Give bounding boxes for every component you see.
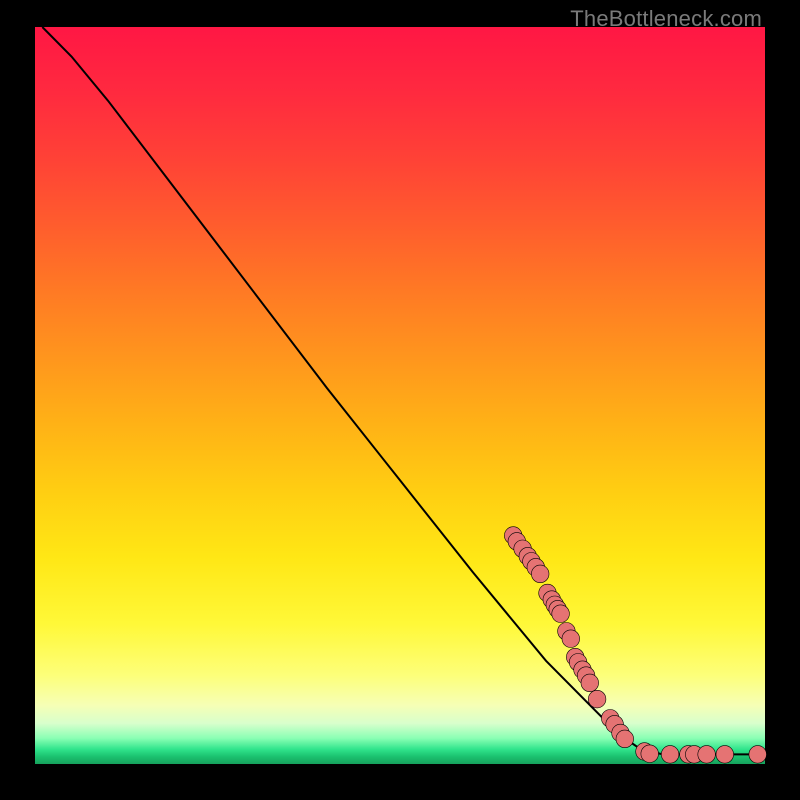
data-marker [716,746,734,764]
data-marker [562,630,580,648]
data-marker [749,746,767,764]
curve-line [42,27,765,754]
data-marker [616,730,634,748]
data-marker [552,605,570,623]
chart-frame: TheBottleneck.com [0,0,800,800]
data-marker [698,746,716,764]
data-marker [641,745,659,763]
watermark-text: TheBottleneck.com [570,6,762,32]
data-marker [531,565,549,583]
plot-area [35,27,765,764]
data-marker [661,746,679,764]
data-marker [588,690,606,708]
marker-group [504,527,766,764]
chart-svg [35,27,765,764]
data-marker [581,674,599,692]
